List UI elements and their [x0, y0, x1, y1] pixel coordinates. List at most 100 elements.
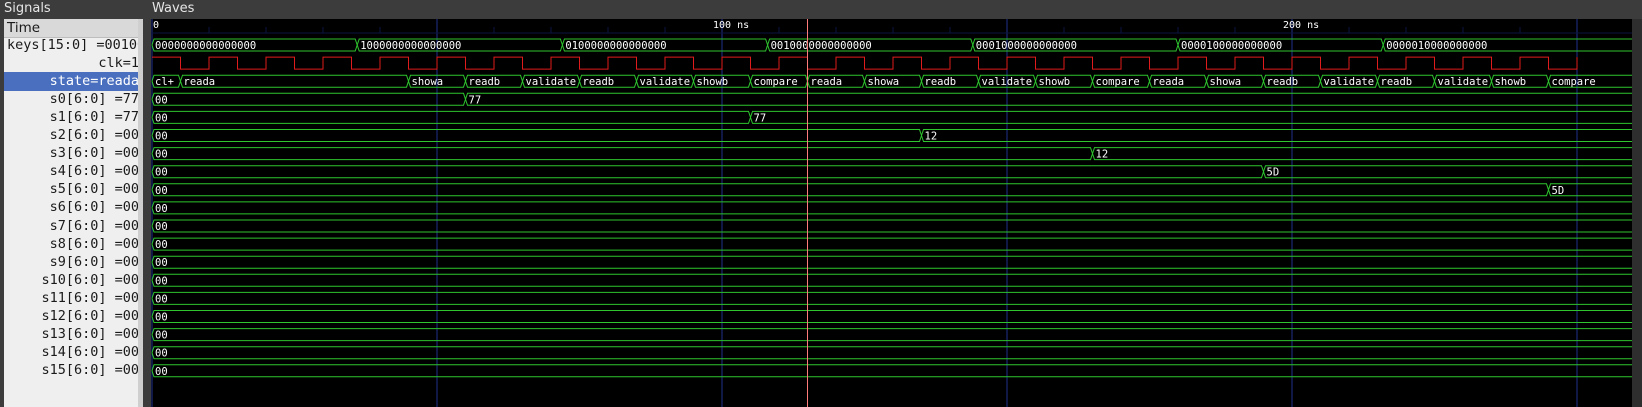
s10-bus-value: 00 — [155, 275, 168, 287]
s3-bus-value: 12 — [1096, 149, 1109, 161]
state-bus-value: cl+ — [155, 76, 174, 88]
s2-bus-value: 12 — [925, 131, 938, 143]
state-bus-value: validate — [1324, 76, 1375, 88]
signal-label: s10[6:0] =00 — [41, 271, 139, 288]
s5-bus-value: 5D — [1552, 185, 1565, 197]
waves-panel[interactable]: 0 100 ns 200 ns 0000000000000000 10000000000… — [151, 19, 1642, 407]
keys-bus-value: 0000010000000000 — [1386, 40, 1487, 52]
s1-bus-segment — [749, 110, 1642, 124]
signal-row[interactable]: s10[6:0] =00 — [4, 271, 143, 290]
state-bus-value: showa — [412, 76, 444, 88]
state-bus-value: readb — [925, 76, 957, 88]
signal-row[interactable]: state=reada — [4, 71, 143, 91]
s9-bus-segment — [151, 255, 1642, 269]
s14-bus-segment — [151, 346, 1642, 360]
signal-label: keys[15:0] =0010000000000000 — [7, 36, 143, 53]
waves-panel-title: Waves — [152, 1, 195, 16]
signal-row[interactable]: s11[6:0] =00 — [4, 289, 143, 308]
s13-bus-segment — [151, 328, 1642, 342]
signals-panel: Time keys[15:0] =0010000000000000clk=1st… — [4, 19, 143, 407]
s9-bus-value: 00 — [155, 257, 168, 269]
panel-splitter[interactable] — [143, 19, 151, 407]
signal-row[interactable]: s15[6:0] =00 — [4, 361, 143, 380]
signal-label: s11[6:0] =00 — [41, 289, 139, 306]
s5-bus-segment — [151, 183, 1550, 197]
state-bus-value: showa — [868, 76, 900, 88]
signal-row[interactable]: keys[15:0] =0010000000000000 — [4, 36, 143, 55]
signal-row[interactable]: s2[6:0] =00 — [4, 126, 143, 145]
state-bus-value: compare — [1552, 76, 1596, 88]
s7-bus-segment — [151, 219, 1642, 233]
s0-bus-segment — [464, 92, 1642, 106]
s2-bus-segment — [920, 129, 1642, 142]
signal-row[interactable]: s0[6:0] =77 — [4, 90, 143, 109]
s3-bus-value: 00 — [155, 149, 168, 161]
s1-bus-segment — [151, 110, 752, 124]
s12-bus-value: 00 — [155, 312, 168, 324]
signal-row[interactable]: s1[6:0] =77 — [4, 108, 143, 127]
s3-bus-segment — [151, 147, 1094, 161]
s6-bus-segment — [151, 201, 1642, 215]
s4-bus-value: 5D — [1267, 167, 1280, 179]
state-bus-value: showa — [1210, 76, 1242, 88]
state-bus-value: showb — [697, 76, 729, 88]
signal-row[interactable]: clk=1 — [4, 54, 143, 73]
s14-bus-value: 00 — [155, 348, 168, 360]
signal-label: s6[6:0] =00 — [49, 199, 139, 216]
signal-row[interactable]: s7[6:0] =00 — [4, 217, 143, 236]
s1-bus-value: 77 — [754, 112, 767, 124]
state-bus-value: compare — [754, 76, 798, 88]
signal-label: s15[6:0] =00 — [41, 362, 139, 379]
state-bus-value: validate — [1438, 76, 1489, 88]
time-label: 100 ns — [713, 20, 749, 31]
signal-label: s14[6:0] =00 — [41, 344, 139, 361]
clk-waveform — [152, 56, 1578, 70]
signal-row[interactable]: s5[6:0] =00 — [4, 180, 143, 199]
state-bus-value: reada — [1153, 76, 1185, 88]
s12-bus-segment — [151, 310, 1642, 323]
signal-row[interactable]: s13[6:0] =00 — [4, 325, 143, 344]
signal-label: s13[6:0] =00 — [41, 326, 139, 343]
state-bus-value: readb — [1381, 76, 1413, 88]
signal-row[interactable]: s3[6:0] =00 — [4, 144, 143, 163]
s11-bus-value: 00 — [155, 293, 168, 305]
signal-label: state=reada — [49, 72, 139, 89]
state-bus-value: reada — [184, 76, 216, 88]
s2-bus-segment — [151, 129, 923, 142]
s3-bus-segment — [1091, 147, 1642, 161]
state-bus-value: showb — [1039, 76, 1071, 88]
signal-label: s9[6:0] =00 — [49, 253, 139, 270]
state-bus-value: validate — [982, 76, 1033, 88]
signal-row[interactable]: s12[6:0] =00 — [4, 307, 143, 326]
time-label: 0 — [153, 20, 159, 31]
state-bus-value: validate — [640, 76, 691, 88]
waveform-canvas[interactable]: 0 100 ns 200 ns0000000000000000 10000000000… — [151, 19, 1642, 407]
state-bus-value: readb — [469, 76, 501, 88]
signal-label: s3[6:0] =00 — [49, 145, 139, 162]
s13-bus-value: 00 — [155, 330, 168, 342]
s0-bus-segment — [151, 92, 467, 106]
signal-label: clk=1 — [98, 54, 139, 71]
s0-bus-value: 77 — [469, 94, 482, 106]
signal-label: s2[6:0] =00 — [49, 127, 139, 143]
signal-row[interactable]: s8[6:0] =00 — [4, 235, 143, 254]
signal-row[interactable]: s4[6:0] =00 — [4, 162, 143, 181]
signal-row[interactable]: s9[6:0] =00 — [4, 253, 143, 272]
signal-row[interactable]: s14[6:0] =00 — [4, 343, 143, 362]
s8-bus-segment — [151, 237, 1642, 251]
s7-bus-value: 00 — [155, 221, 168, 233]
s11-bus-segment — [151, 291, 1642, 305]
signal-label: s1[6:0] =77 — [49, 108, 139, 125]
state-bus-value: compare — [1096, 76, 1140, 88]
signal-label: s12[6:0] =00 — [41, 308, 139, 324]
s4-bus-segment — [1262, 165, 1642, 179]
signal-label: s5[6:0] =00 — [49, 181, 139, 198]
s0-bus-value: 00 — [155, 94, 168, 106]
signal-row[interactable]: s6[6:0] =00 — [4, 198, 143, 217]
keys-bus-value: 0000000000000000 — [155, 40, 256, 52]
signals-panel-title: Signals — [4, 1, 51, 16]
time-label: 200 ns — [1283, 20, 1319, 31]
waves-scrollbar[interactable] — [1632, 19, 1642, 407]
keys-bus-value: 1000000000000000 — [360, 40, 461, 52]
signal-label: s4[6:0] =00 — [49, 163, 139, 180]
